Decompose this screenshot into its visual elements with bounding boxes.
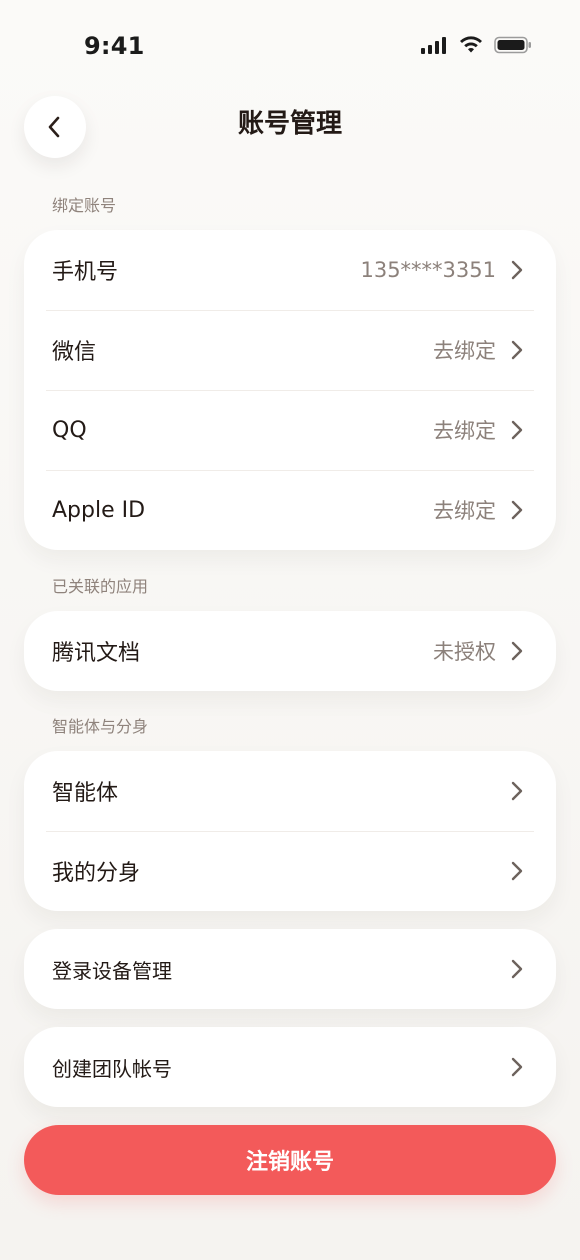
chevron-right-icon: [506, 860, 528, 882]
row-value: 去绑定: [433, 499, 496, 523]
section-label-linked-apps: 已关联的应用: [52, 577, 149, 596]
row-tencent-docs[interactable]: 腾讯文档 未授权: [24, 611, 556, 691]
cellular-signal-icon: [420, 36, 448, 54]
team-account-card: 创建团队帐号: [24, 1027, 556, 1107]
bound-accounts-card: 手机号 135****3351 微信 去绑定 QQ 去绑定 Apple ID 去…: [24, 230, 556, 550]
chevron-right-icon: [506, 499, 528, 521]
chevron-right-icon: [506, 259, 528, 281]
row-phone[interactable]: 手机号 135****3351: [24, 230, 556, 310]
row-title: 创建团队帐号: [52, 1056, 172, 1081]
status-time: 9:41: [84, 32, 145, 60]
row-apple-id[interactable]: Apple ID 去绑定: [24, 470, 556, 550]
row-agent[interactable]: 智能体: [24, 751, 556, 831]
row-title: 手机号: [52, 260, 119, 285]
row-title: 微信: [52, 340, 97, 365]
battery-icon: [494, 36, 532, 54]
status-icons: [420, 36, 532, 54]
row-title: 登录设备管理: [52, 958, 172, 983]
row-title: 腾讯文档: [52, 641, 141, 666]
chevron-right-icon: [506, 339, 528, 361]
row-wechat[interactable]: 微信 去绑定: [24, 310, 556, 390]
linked-apps-card: 腾讯文档 未授权: [24, 611, 556, 691]
row-create-team-account[interactable]: 创建团队帐号: [24, 1027, 556, 1107]
row-device-management[interactable]: 登录设备管理: [24, 929, 556, 1009]
header: 账号管理: [0, 92, 580, 162]
row-title: 智能体: [52, 781, 119, 806]
row-title: Apple ID: [52, 497, 146, 523]
row-title: QQ: [52, 417, 87, 443]
chevron-right-icon: [506, 1056, 528, 1078]
row-my-avatar[interactable]: 我的分身: [24, 831, 556, 911]
chevron-right-icon: [506, 419, 528, 441]
page-title: 账号管理: [237, 109, 342, 139]
device-management-card: 登录设备管理: [24, 929, 556, 1009]
row-value: 去绑定: [433, 419, 496, 443]
section-label-bound-accounts: 绑定账号: [52, 196, 117, 215]
row-value: 未授权: [433, 640, 496, 664]
chevron-right-icon: [506, 958, 528, 980]
chevron-right-icon: [506, 780, 528, 802]
chevron-right-icon: [506, 640, 528, 662]
row-value: 135****3351: [360, 258, 496, 282]
row-qq[interactable]: QQ 去绑定: [24, 390, 556, 470]
delete-account-button[interactable]: 注销账号: [24, 1125, 556, 1195]
row-value: 去绑定: [433, 339, 496, 363]
agents-card: 智能体 我的分身: [24, 751, 556, 911]
row-title: 我的分身: [52, 861, 141, 886]
status-bar: 9:41: [0, 0, 580, 90]
section-label-agents: 智能体与分身: [52, 717, 149, 736]
wifi-icon: [458, 36, 484, 54]
